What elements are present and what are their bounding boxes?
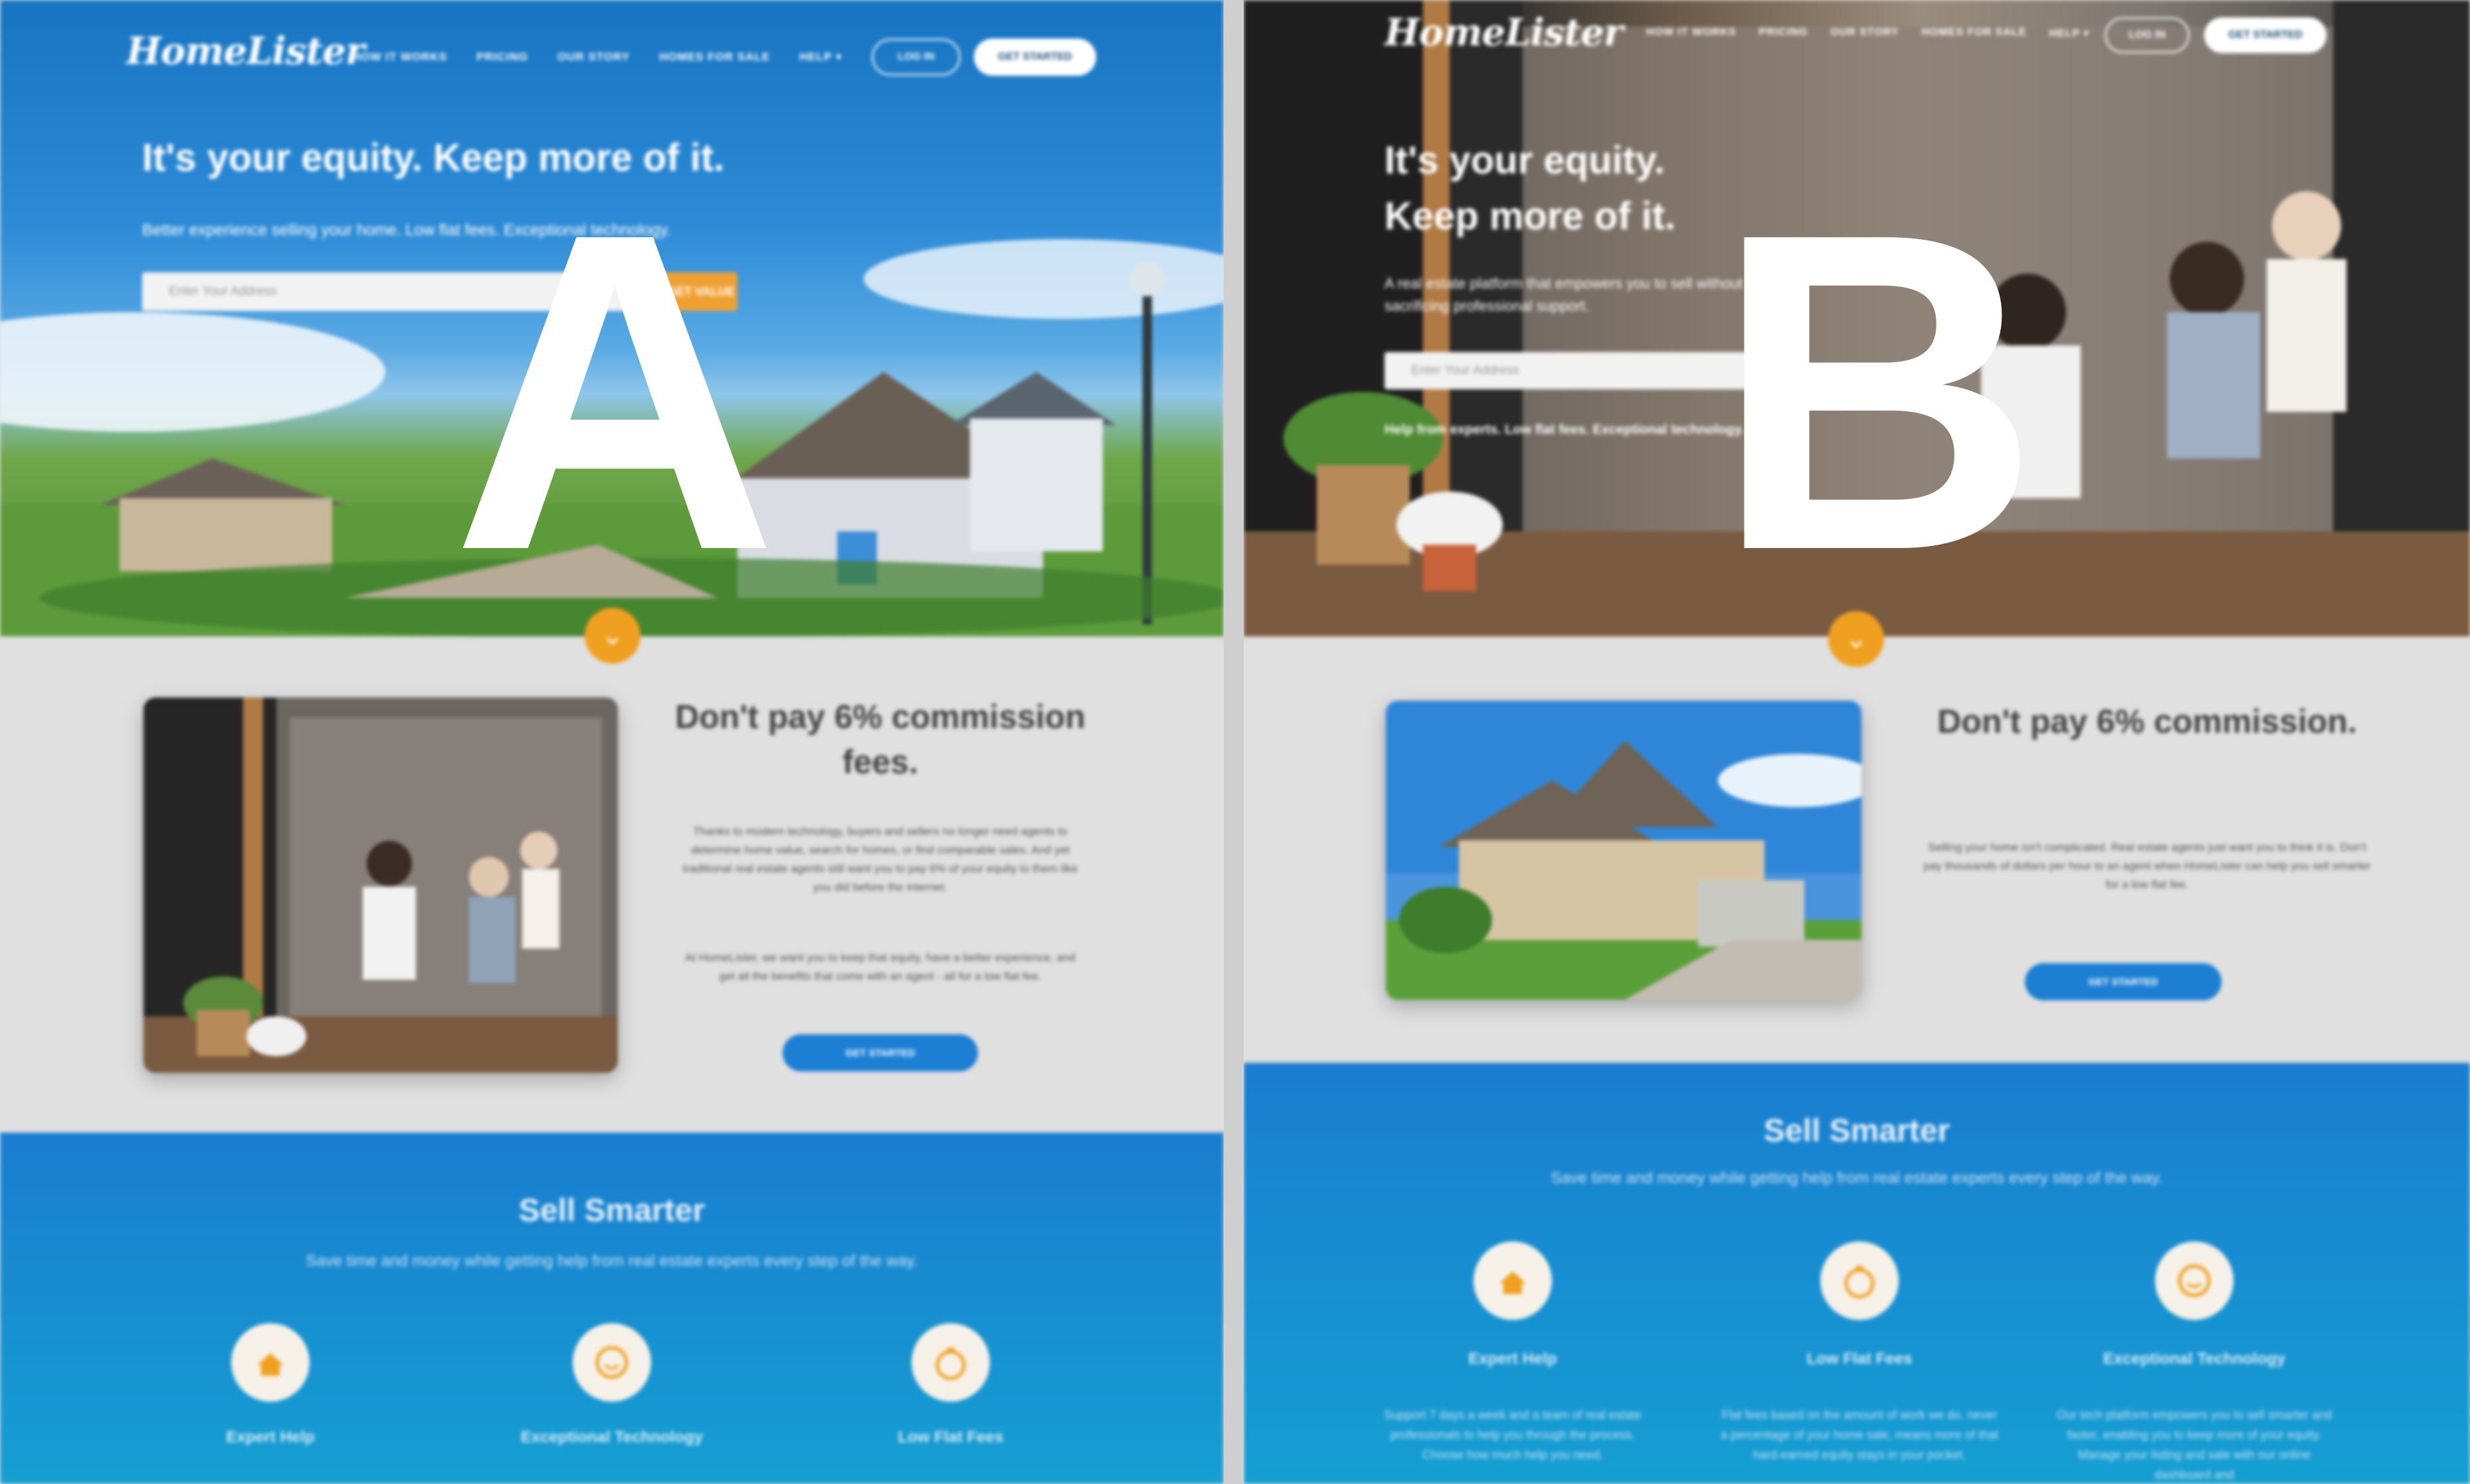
feature-text-exceptional-technology: Our tech platform empowers you to sell s… [2056,1408,2332,1481]
expert-help-icon [231,1323,310,1402]
nav-our-story[interactable]: OUR STORY [1830,27,1899,40]
feature-text-expert-help: Support 7 days a week and a team of real… [1384,1408,1642,1461]
low-flat-fees-icon [911,1323,990,1402]
house-hand-icon [1499,1271,1526,1294]
section-title: Don't pay 6% commission. [1937,703,2357,740]
nav-help[interactable]: HELP ▾ [799,50,842,64]
sell-smarter-title: Sell Smarter [518,1193,706,1228]
nav-pricing[interactable]: PRICING [1759,27,1808,40]
expert-help-icon [1473,1242,1552,1320]
sell-smarter-section: Sell Smarter Save time and money while g… [1244,1063,2470,1484]
section-title: Don't pay 6% commission fees. [675,698,1086,781]
logo[interactable]: HomeLister [126,29,365,73]
nav-links: HOW IT WORKS PRICING OUR STORY HOMES FOR… [352,50,842,64]
feature-text-low-flat-fees: Flat fees based on the amount of work we… [1720,1408,1999,1461]
get-started-button[interactable]: GET STARTED [2204,17,2327,53]
house-photo [1386,701,1861,1000]
section-get-started-button[interactable]: GET STARTED [2025,963,2222,1000]
section-paragraph-1: Thanks to modern technology, buyers and … [682,825,1078,893]
login-button[interactable]: LOG IN [872,39,961,76]
hero-subtitle: A real estate platform that empowers you… [1384,275,1743,314]
nav-homes-for-sale[interactable]: HOMES FOR SALE [659,50,770,64]
feature-label-expert-help: Expert Help [226,1428,315,1446]
low-flat-fees-icon [1820,1242,1899,1320]
sell-smarter-title: Sell Smarter [1763,1113,1950,1149]
section-paragraph-2: At HomeLister, we want you to keep that … [685,951,1076,982]
exceptional-technology-icon [2155,1242,2233,1320]
get-started-button[interactable]: GET STARTED [974,39,1096,76]
nav-how-it-works[interactable]: HOW IT WORKS [352,50,447,64]
login-button[interactable]: LOG IN [2105,17,2190,53]
section-get-started-button[interactable]: GET STARTED [783,1034,978,1071]
variant-a-label: A [452,139,779,644]
address-input[interactable]: Enter Your Address [1384,352,1757,389]
money-bag-icon [935,1348,966,1380]
family-photo-illustration [143,697,618,1073]
top-nav: HomeLister HOW IT WORKS PRICING OUR STOR… [1244,11,2470,86]
hero-bottom-text: Help from experts. Low flat fees. Except… [1384,422,1745,437]
house-hand-icon [257,1353,284,1376]
feature-label-exceptional-technology: Exceptional Technology [520,1428,704,1446]
feature-label-expert-help: Expert Help [1468,1350,1557,1368]
nav-our-story[interactable]: OUR STORY [557,50,630,64]
feature-label-low-flat-fees: Low Flat Fees [898,1428,1004,1446]
variant-b-label: B [1714,139,2041,644]
nav-pricing[interactable]: PRICING [476,50,528,64]
section-paragraph-1: Selling your home isn't complicated. Rea… [1923,841,2371,891]
sell-smarter-subtitle: Save time and money while getting help f… [1551,1169,2163,1187]
house-photo-illustration [1386,701,1861,1000]
exceptional-technology-icon [573,1323,651,1402]
money-bag-icon [1844,1266,1875,1299]
panel-divider [1224,0,1244,1484]
nav-links: HOW IT WORKS PRICING OUR STORY HOMES FOR… [1646,27,2089,40]
logo[interactable]: HomeLister [1384,11,1623,54]
nav-help[interactable]: HELP ▾ [2049,27,2089,40]
sell-smarter-section: Sell Smarter Save time and money while g… [0,1133,1224,1484]
smiley-icon [595,1346,628,1379]
feature-label-low-flat-fees: Low Flat Fees [1806,1350,1913,1368]
top-nav: HomeLister HOW IT WORKS PRICING OUR STOR… [0,27,1224,86]
nav-homes-for-sale[interactable]: HOMES FOR SALE [1921,27,2026,40]
feature-label-exceptional-technology: Exceptional Technology [2103,1350,2286,1368]
sell-smarter-subtitle: Save time and money while getting help f… [306,1252,918,1270]
smiley-icon [2178,1264,2211,1297]
family-photo [143,697,618,1073]
nav-how-it-works[interactable]: HOW IT WORKS [1646,27,1737,40]
